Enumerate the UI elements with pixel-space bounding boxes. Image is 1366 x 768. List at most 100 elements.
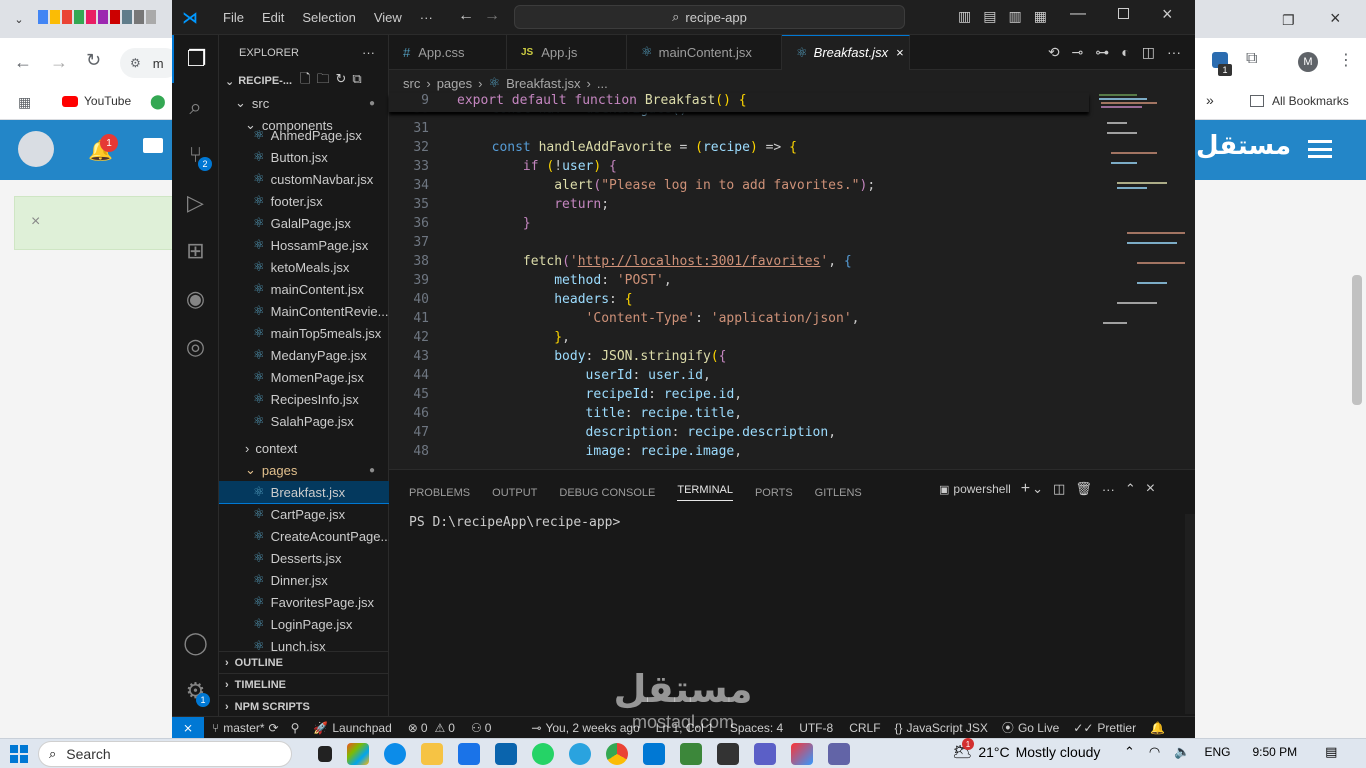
terminal-icon[interactable] — [717, 742, 739, 765]
language-indicator[interactable]: ENG — [1204, 745, 1230, 759]
breadcrumb-item[interactable]: ... — [597, 76, 608, 91]
forward-icon[interactable]: → — [50, 52, 68, 73]
terminal-shell-label[interactable]: powershell — [953, 482, 1010, 496]
file-item[interactable]: ⚛ SalahPage.jsx — [219, 410, 389, 432]
all-bookmarks[interactable]: All Bookmarks — [1250, 94, 1349, 108]
file-item[interactable]: ⚛ customNavbar.jsx — [219, 168, 389, 190]
store-icon[interactable] — [458, 742, 480, 765]
toggle-sidebar-icon[interactable]: ▥ — [958, 8, 971, 25]
minimize-icon[interactable]: — — [1070, 5, 1086, 23]
minimap[interactable] — [1097, 93, 1187, 333]
end-of-line[interactable]: CRLF — [849, 721, 880, 735]
hamburger-icon[interactable] — [1308, 140, 1332, 158]
customize-layout-icon[interactable]: ▦ — [1034, 8, 1047, 25]
prettier-status[interactable]: ✓✓ Prettier — [1073, 721, 1136, 735]
extensions-puzzle-icon[interactable]: ⧉ — [1246, 50, 1257, 68]
maps-icon[interactable]: ⬤ — [150, 93, 166, 110]
indentation[interactable]: Spaces: 4 — [730, 721, 783, 735]
panel-tab-output[interactable]: OUTPUT — [492, 487, 537, 499]
code-line[interactable]: 48 image: recipe.image, — [389, 442, 742, 461]
outlook-icon[interactable] — [495, 742, 517, 765]
chevron-down-icon[interactable]: ⌄ — [1032, 481, 1043, 497]
app-icon[interactable] — [754, 742, 776, 765]
panel-tab-gitlens[interactable]: GITLENS — [815, 487, 862, 499]
go-live[interactable]: ⦿ Go Live — [1002, 719, 1059, 736]
code-line[interactable]: 44 userId: user.id, — [389, 366, 710, 385]
language-mode[interactable]: {} JavaScript JSX — [895, 721, 988, 735]
run-debug-icon[interactable]: ▷ — [172, 179, 219, 227]
taskbar-search[interactable]: ⌕ Search — [38, 740, 292, 767]
file-item[interactable]: ⚛ Dinner.jsx — [219, 569, 389, 591]
file-item[interactable]: ⚛ LoginPage.jsx — [219, 613, 389, 635]
breadcrumb-item[interactable]: src — [403, 76, 420, 91]
cursor-position[interactable]: Ln 1, Col 1 — [656, 721, 714, 735]
panel-tab-debug-console[interactable]: DEBUG CONSOLE — [559, 487, 655, 499]
volume-icon[interactable]: 🔈 — [1174, 744, 1190, 760]
more-bookmarks-icon[interactable]: » — [1206, 92, 1214, 108]
file-item[interactable]: ⚛ Desserts.jsx — [219, 547, 389, 569]
user-avatar[interactable] — [18, 131, 54, 167]
terminal-scrollbar[interactable] — [1185, 514, 1195, 714]
gitlens-icon[interactable]: ◉ — [172, 275, 219, 323]
panel-tab-ports[interactable]: PORTS — [755, 487, 793, 499]
code-line[interactable]: 39 method: 'POST', — [389, 271, 671, 290]
explorer-more-icon[interactable]: ··· — [362, 45, 375, 60]
mail-icon[interactable] — [143, 138, 163, 153]
menu-file[interactable]: File — [214, 10, 253, 25]
code-line[interactable]: 36 } — [389, 214, 530, 233]
chevron-up-icon[interactable]: ⌃ — [1124, 744, 1135, 760]
telegram-icon[interactable] — [569, 742, 591, 765]
code-line[interactable]: 33 if (!user) { — [389, 157, 617, 176]
nav-back-icon[interactable]: ← — [458, 7, 474, 25]
pinned-tabs-strip[interactable] — [38, 10, 156, 24]
code-line[interactable]: 43 body: JSON.stringify({ — [389, 347, 726, 366]
extensions-icon[interactable]: ⊞ — [172, 227, 219, 275]
problems-status[interactable]: ⊗ 0 ⚠ 0 — [408, 721, 455, 735]
notification-center-icon[interactable]: ▤ — [1325, 744, 1337, 760]
sync-icon[interactable]: ⟳ — [269, 721, 279, 735]
panel-tab-terminal[interactable]: TERMINAL — [677, 484, 733, 501]
timeline-section[interactable]: › TIMELINE — [219, 673, 389, 695]
file-item[interactable]: ⚛ HossamPage.jsx — [219, 234, 389, 256]
terminal-prompt[interactable]: PS D:\recipeApp\recipe-app> — [409, 515, 620, 530]
launchpad-status[interactable]: 🚀 Launchpad — [313, 721, 391, 735]
command-center-search[interactable]: ⌕ recipe-app — [514, 5, 905, 29]
site-logo[interactable]: مستقل — [1196, 130, 1291, 161]
edge-icon[interactable] — [384, 742, 406, 765]
panel-tab-problems[interactable]: PROBLEMS — [409, 487, 470, 499]
clock[interactable]: 9:50 PM — [1252, 745, 1297, 759]
tab-app-js[interactable]: JS App.js — [507, 34, 627, 70]
menu-more[interactable]: ··· — [411, 10, 442, 25]
menu-edit[interactable]: Edit — [253, 10, 293, 25]
folder-pages[interactable]: ⌄ pages ● — [219, 459, 389, 481]
notifications-bell-icon[interactable]: 🔔 — [1150, 721, 1165, 735]
file-item[interactable]: ⚛ mainTop5meals.jsx — [219, 322, 389, 344]
tab-close-icon[interactable]: × — [896, 45, 904, 60]
code-line[interactable]: 34 alert("Please log in to add favorites… — [389, 176, 875, 195]
profile-avatar[interactable]: M — [1298, 52, 1318, 72]
compare-icon[interactable]: ⟲ — [1048, 44, 1060, 61]
npm-scripts-section[interactable]: › NPM SCRIPTS — [219, 695, 389, 717]
teams-icon[interactable] — [828, 742, 850, 765]
dev-app-icon[interactable] — [791, 742, 813, 765]
tab-maincontent[interactable]: ⚛ mainContent.jsx — [627, 34, 782, 70]
window-close-icon[interactable]: × — [1162, 4, 1173, 25]
gitlens-status-icon[interactable]: ⚲ — [291, 721, 300, 735]
file-item[interactable]: ⚛ FavoritesPage.jsx — [219, 591, 389, 613]
breadcrumb-item[interactable]: pages — [437, 76, 472, 91]
code-line[interactable]: 37 — [389, 233, 460, 252]
code-line[interactable]: 42 }, — [389, 328, 570, 347]
code-line[interactable]: 38 fetch('http://localhost:3001/favorite… — [389, 252, 851, 271]
file-item[interactable]: ⚛ mainContent.jsx — [219, 278, 389, 300]
editor-more-icon[interactable]: ··· — [1167, 44, 1181, 60]
chrome-icon[interactable] — [606, 742, 628, 765]
weather-widget[interactable]: 🌥 1 21°C Mostly cloudy — [952, 738, 1100, 762]
code-line[interactable]: 47 description: recipe.description, — [389, 423, 836, 442]
bookmark-youtube[interactable]: YouTube — [62, 94, 131, 108]
code-line[interactable]: 35 return; — [389, 195, 609, 214]
back-icon[interactable]: ← — [14, 52, 32, 73]
file-item[interactable]: ⚛ Breakfast.jsx — [219, 481, 389, 504]
wifi-icon[interactable]: ◠ — [1149, 744, 1160, 760]
file-item[interactable]: ⚛ Lunch.jsx — [219, 635, 389, 651]
address-bar[interactable]: ⚙ m — [120, 48, 180, 78]
